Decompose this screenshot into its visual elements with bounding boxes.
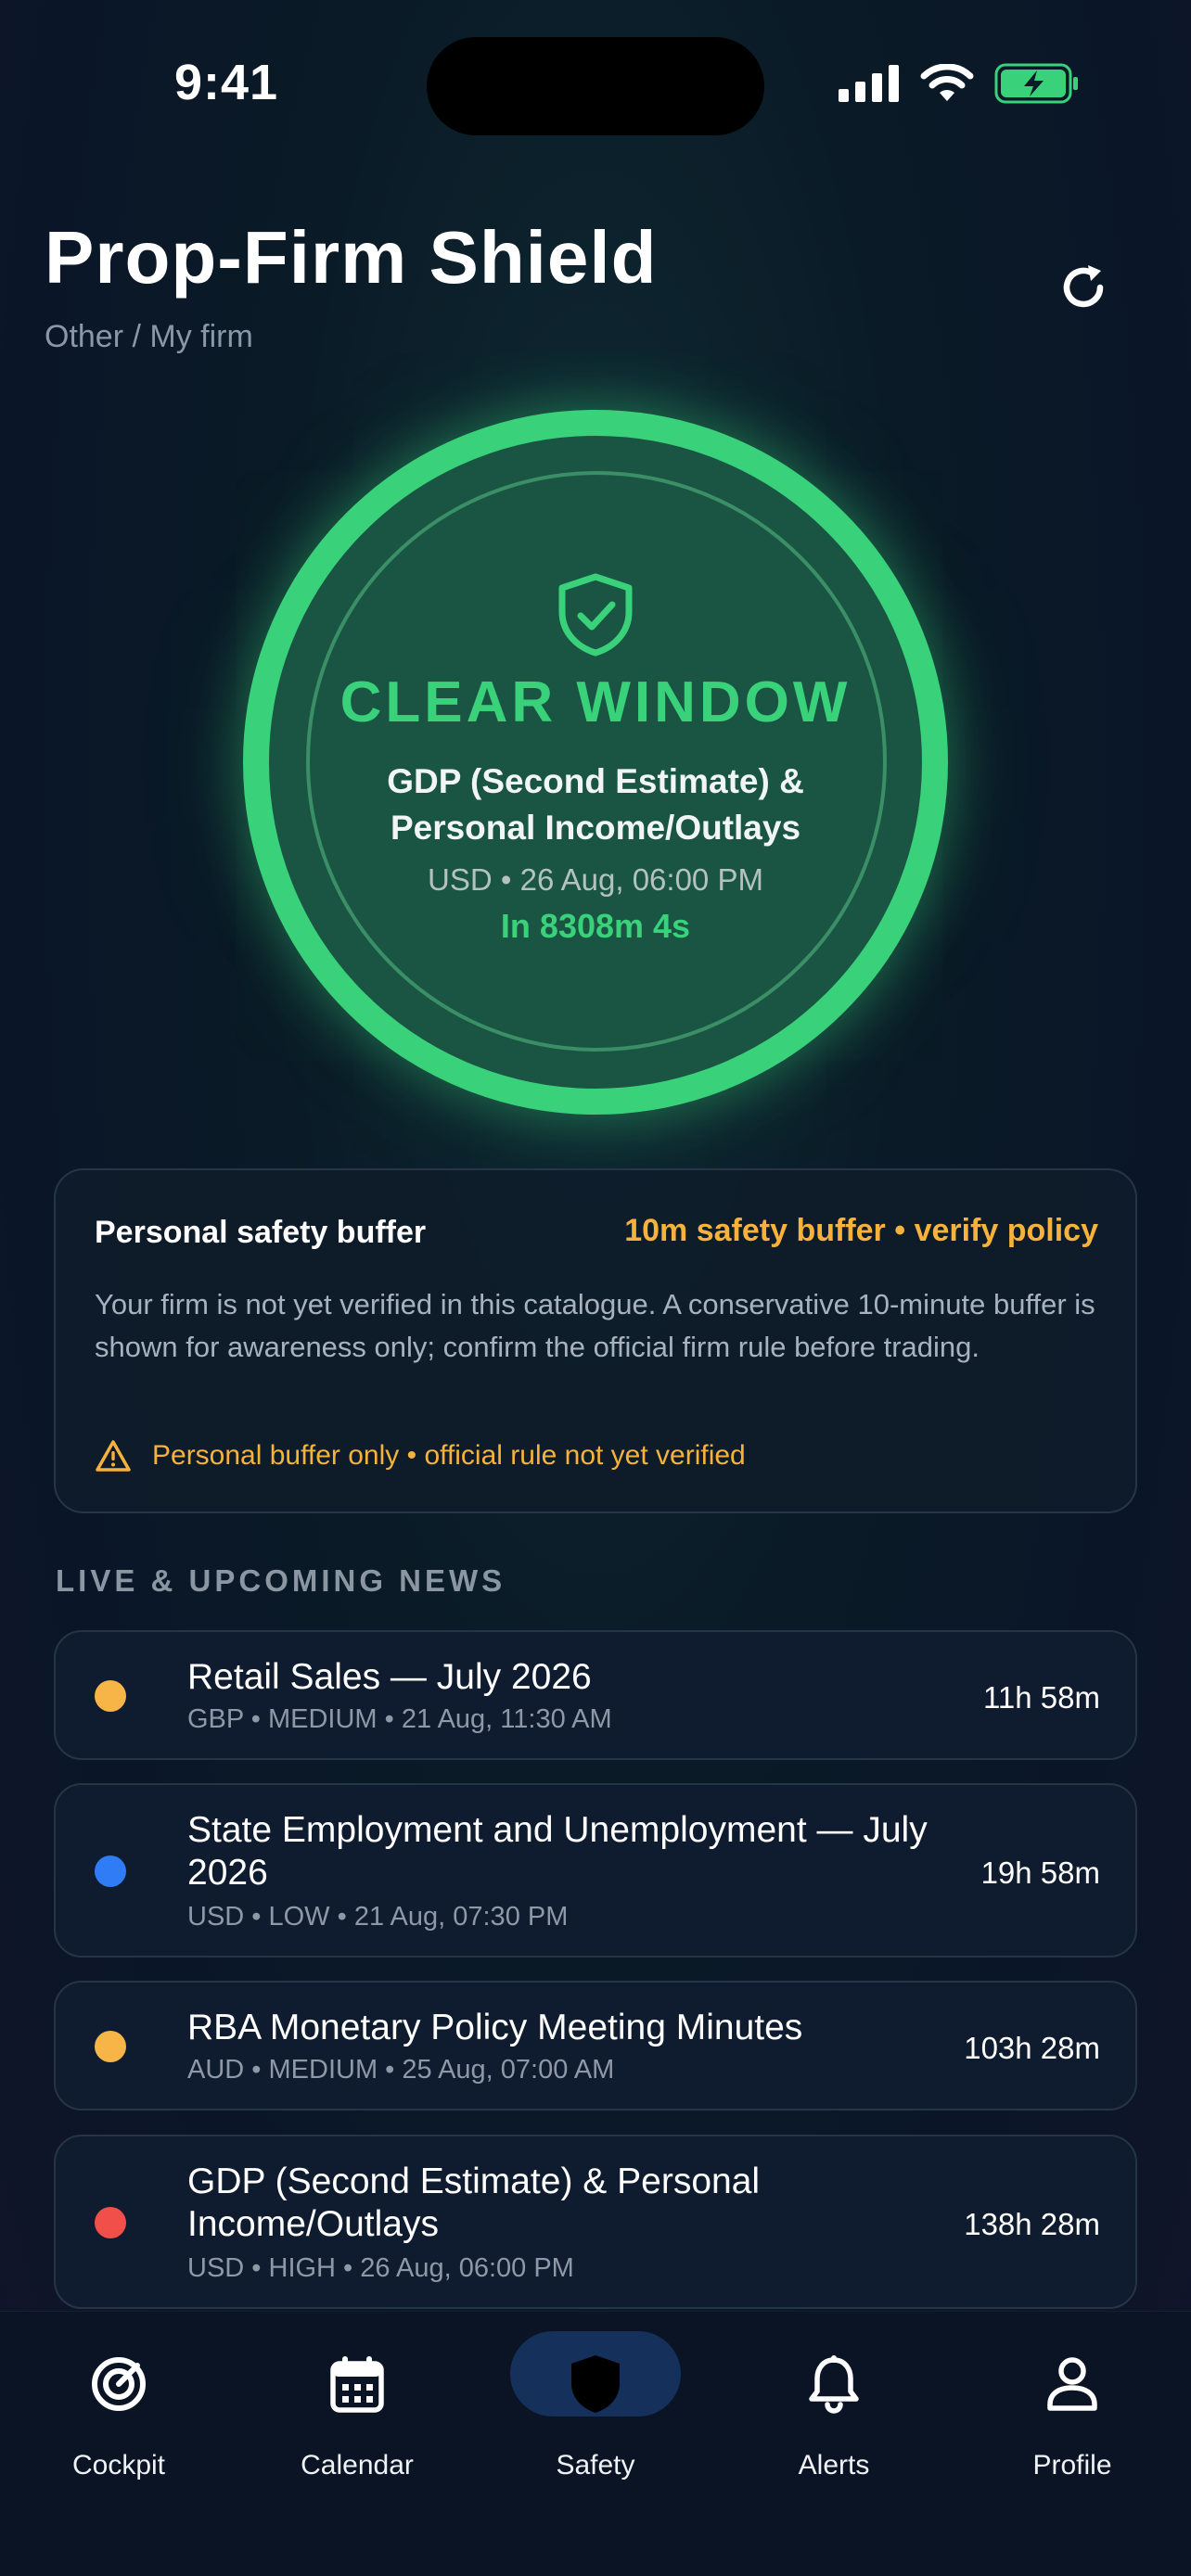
tab-calendar[interactable]: Calendar (264, 2342, 450, 2500)
impact-dot (95, 2031, 126, 2062)
news-item[interactable]: State Employment and Unemployment — July… (54, 1783, 1137, 1958)
news-meta: USD • HIGH • 26 Aug, 06:00 PM (187, 2253, 574, 2283)
calendar-icon (311, 2342, 403, 2426)
tab-safety[interactable]: Safety (503, 2342, 688, 2500)
impact-dot (95, 1680, 126, 1712)
status-bar: 9:41 (0, 0, 1191, 176)
nav-label: Profile (1032, 2450, 1112, 2480)
news-item[interactable]: RBA Monetary Policy Meeting Minutes AUD … (54, 1981, 1137, 2111)
status-time: 9:41 (174, 55, 279, 110)
next-event-name: GDP (Second Estimate) & Personal Income/… (387, 762, 804, 847)
wifi-icon (920, 64, 974, 101)
safety-buffer-card: Personal safety buffer 10m safety buffer… (54, 1168, 1137, 1513)
news-countdown: 138h 28m (964, 2207, 1100, 2241)
buffer-warning-text: Personal buffer only • official rule not… (152, 1440, 746, 1471)
status-icons (839, 63, 1080, 104)
tab-alerts[interactable]: Alerts (741, 2342, 927, 2500)
nav-label: Alerts (798, 2450, 870, 2480)
refresh-icon (1063, 265, 1104, 308)
tab-cockpit[interactable]: Cockpit (26, 2342, 211, 2500)
next-event-meta: USD • 26 Aug, 06:00 PM (428, 862, 763, 897)
news-title: RBA Monetary Policy Meeting Minutes (187, 2008, 803, 2047)
buffer-tag: 10m safety buffer • verify policy (624, 1213, 1098, 1248)
nav-label: Calendar (301, 2450, 414, 2480)
dynamic-island (427, 37, 764, 135)
bell-icon (788, 2342, 880, 2426)
person-icon (1026, 2342, 1119, 2426)
news-meta: GBP • MEDIUM • 21 Aug, 11:30 AM (187, 1704, 612, 1734)
news-item[interactable]: Retail Sales — July 2026 GBP • MEDIUM • … (54, 1630, 1137, 1760)
news-item[interactable]: GDP (Second Estimate) & Personal Income/… (54, 2135, 1137, 2309)
breadcrumb: Other / My firm (45, 319, 253, 354)
news-title: State Employment and Unemployment — July… (187, 1810, 928, 1893)
buffer-description: Your firm is not yet verified in this ca… (95, 1288, 1095, 1363)
section-label-news: LIVE & UPCOMING NEWS (56, 1563, 506, 1598)
news-meta: AUD • MEDIUM • 25 Aug, 07:00 AM (187, 2055, 615, 2085)
impact-dot (95, 2207, 126, 2238)
refresh-button[interactable] (1048, 252, 1119, 323)
window-status: CLEAR WINDOW (339, 670, 852, 734)
impact-dot (95, 1855, 126, 1887)
news-title: GDP (Second Estimate) & Personal Income/… (187, 2162, 761, 2244)
tab-profile[interactable]: Profile (980, 2342, 1165, 2500)
news-countdown: 19h 58m (980, 1855, 1100, 1890)
nav-label: Cockpit (71, 2450, 166, 2480)
news-title: Retail Sales — July 2026 (187, 1657, 592, 1697)
battery-charging-icon (994, 63, 1078, 104)
status-ring-content: CLEAR WINDOW GDP (Second Estimate) & Per… (243, 410, 948, 1115)
page-title: Prop-Firm Shield (45, 216, 658, 299)
news-countdown: 103h 28m (964, 2031, 1100, 2065)
news-countdown: 11h 58m (983, 1680, 1100, 1715)
target-icon (72, 2342, 165, 2426)
next-event-countdown: In 8308m 4s (500, 907, 691, 945)
buffer-title: Personal safety buffer (95, 1215, 427, 1250)
shield-check-icon (558, 573, 633, 657)
cellular-signal-icon (839, 65, 899, 102)
shield-icon (549, 2342, 642, 2426)
news-meta: USD • LOW • 21 Aug, 07:30 PM (187, 1902, 569, 1932)
buffer-warning: Personal buffer only • official rule not… (95, 1439, 746, 1473)
warning-icon (96, 1440, 131, 1472)
nav-label: Safety (556, 2450, 635, 2480)
